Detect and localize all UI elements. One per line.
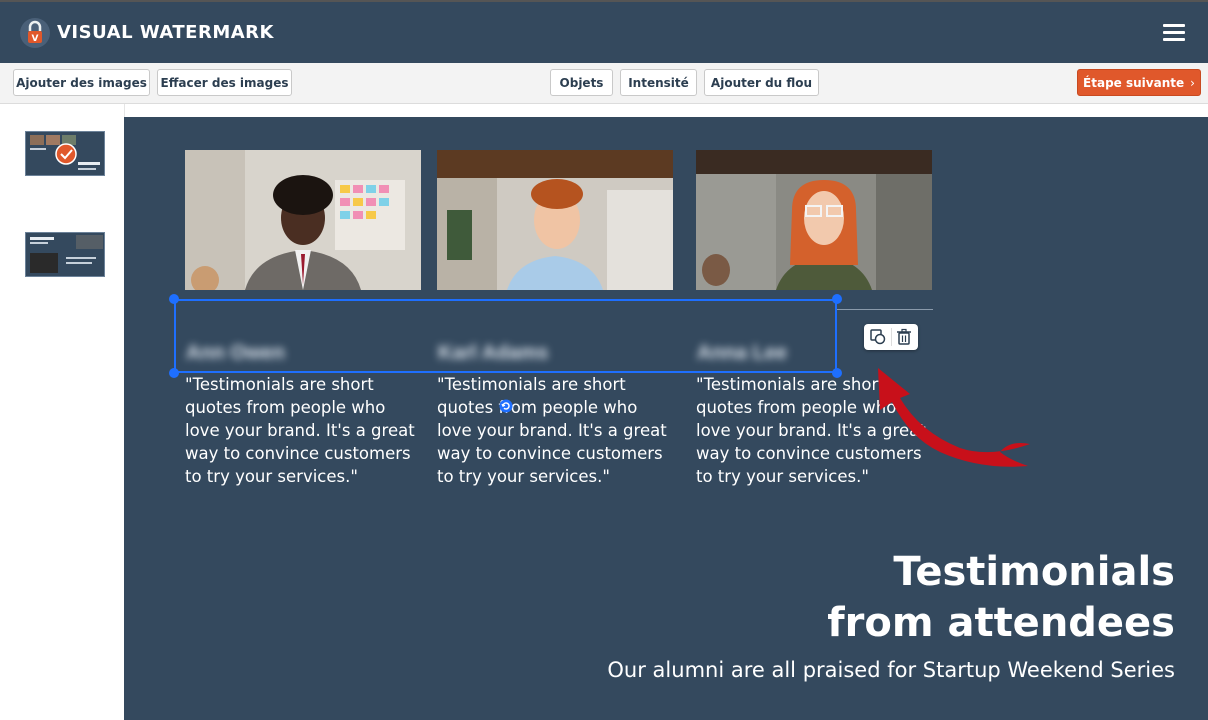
attendee-photo-3[interactable] xyxy=(696,150,932,290)
check-circle-icon xyxy=(55,143,77,165)
trash-icon[interactable] xyxy=(894,327,914,347)
intensity-button[interactable]: Intensité xyxy=(620,69,697,96)
resize-handle-bottom-left[interactable] xyxy=(169,368,179,378)
add-blur-button[interactable]: Ajouter du flou xyxy=(704,69,819,96)
toolbar: Ajouter des images Effacer des images Ob… xyxy=(0,63,1208,104)
rotate-icon[interactable] xyxy=(499,399,513,413)
resize-handle-top-left[interactable] xyxy=(169,294,179,304)
app-header: V VISUAL WATERMARK xyxy=(0,0,1208,63)
app-title: VISUAL WATERMARK xyxy=(57,22,274,43)
slide-heading: Testimonials from attendees xyxy=(827,547,1175,649)
divider-line xyxy=(836,309,933,310)
resize-handle-bottom-right[interactable] xyxy=(832,368,842,378)
attendee-photo-1[interactable] xyxy=(185,150,421,290)
slide-subheading: Our alumni are all praised for Startup W… xyxy=(607,658,1175,682)
toolbar-divider xyxy=(891,328,892,346)
thumbnail-sidebar xyxy=(0,104,125,720)
thumbnail-2[interactable] xyxy=(25,232,105,277)
slide-canvas[interactable]: Ann Owen Karl Adams Anna Lee "Testimonia… xyxy=(124,117,1208,720)
next-step-label: Étape suivante xyxy=(1083,75,1185,90)
red-curved-arrow xyxy=(878,368,1030,467)
clear-images-button[interactable]: Effacer des images xyxy=(157,69,292,96)
thumbnail-1[interactable] xyxy=(25,131,105,176)
thumbnail-1-preview xyxy=(30,135,100,170)
next-step-button[interactable]: Étape suivante › xyxy=(1077,69,1201,96)
testimonial-quote-2: "Testimonials are short quotes from peop… xyxy=(437,375,667,486)
svg-text:V: V xyxy=(32,34,39,44)
resize-handle-top-right[interactable] xyxy=(832,294,842,304)
thumbnail-2-preview xyxy=(30,235,103,273)
blur-selection-box[interactable] xyxy=(174,299,837,373)
slide-heading-line-1: Testimonials xyxy=(893,549,1175,595)
attendee-photo-2[interactable] xyxy=(437,150,673,290)
add-images-button[interactable]: Ajouter des images xyxy=(13,69,150,96)
selection-floating-toolbar xyxy=(864,324,918,350)
chevron-right-icon: › xyxy=(1190,75,1195,90)
objects-button[interactable]: Objets xyxy=(550,69,613,96)
lock-shield-icon: V xyxy=(20,18,50,48)
testimonial-quote-1: "Testimonials are short quotes from peop… xyxy=(185,375,415,486)
hamburger-menu-icon[interactable] xyxy=(1163,24,1185,44)
duplicate-icon[interactable] xyxy=(868,327,888,347)
slide-heading-line-2: from attendees xyxy=(827,600,1175,646)
